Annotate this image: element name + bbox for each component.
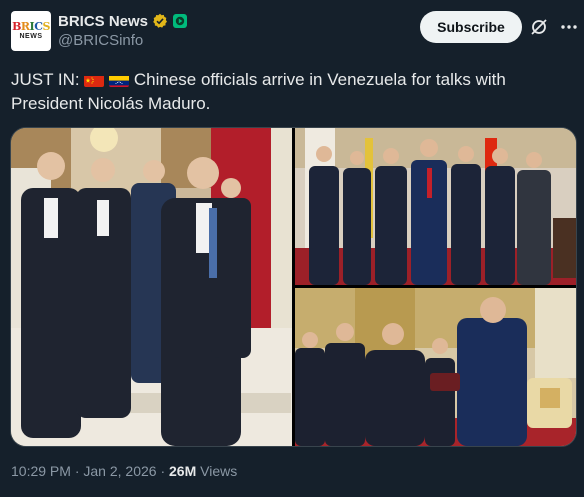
- media-grid: [10, 127, 577, 447]
- meta-separator-2: ·: [160, 463, 166, 479]
- display-name[interactable]: BRICS News: [58, 13, 148, 30]
- meta-separator: ·: [74, 463, 80, 479]
- tweet-header: BRICS NEWS BRICS News @BRICSinfo Subscri…: [11, 10, 577, 52]
- grok-icon[interactable]: [529, 17, 549, 37]
- venezuela-flag-icon: [109, 73, 130, 87]
- avatar-news-text: NEWS: [19, 33, 43, 40]
- author-names: BRICS News @BRICSinfo: [58, 11, 188, 49]
- views-label: Views: [200, 463, 238, 479]
- handle[interactable]: @BRICSinfo: [58, 32, 188, 49]
- more-icon[interactable]: [559, 17, 579, 37]
- tweet-metadata: 10:29 PM · Jan 2, 2026 · 26M Views: [11, 463, 237, 479]
- avatar[interactable]: BRICS NEWS: [11, 11, 51, 51]
- china-flag-icon: [84, 73, 105, 87]
- tweet-time[interactable]: 10:29 PM: [11, 463, 71, 479]
- subscribe-button[interactable]: Subscribe: [420, 11, 522, 43]
- photo-gift-exchange[interactable]: [295, 288, 576, 446]
- photo-delegation-walking[interactable]: [11, 128, 292, 446]
- gold-verified-badge-icon[interactable]: [152, 13, 168, 29]
- tweet-prefix: JUST IN:: [11, 70, 80, 89]
- views-count: 26M: [169, 463, 197, 479]
- green-affiliate-badge-icon[interactable]: [172, 13, 188, 29]
- tweet-text: JUST IN: Chinese officials arrive in Ven…: [11, 68, 571, 116]
- avatar-logo-text: BRICS: [12, 20, 50, 33]
- tweet-date[interactable]: Jan 2, 2026: [83, 463, 156, 479]
- photo-group-portrait[interactable]: [295, 128, 576, 285]
